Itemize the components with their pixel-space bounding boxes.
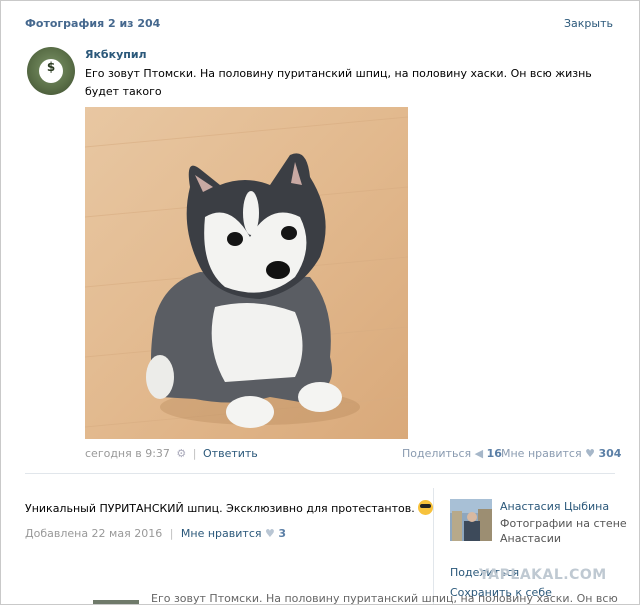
- album-line: Фотографии на стене: [500, 517, 627, 530]
- post-author[interactable]: Якбкупил: [85, 48, 147, 61]
- gear-icon[interactable]: ⚙: [176, 447, 186, 460]
- next-comment-text: Его зовут Птомски. На половину пуританск…: [151, 592, 618, 605]
- close-link[interactable]: Закрыть: [564, 17, 613, 30]
- photo-viewer: Фотография 2 из 204 Закрыть $ Якбкупил Е…: [0, 0, 640, 605]
- post-text-line: Его зовут Птомски. На половину пуританск…: [85, 67, 592, 98]
- share-count: 16: [486, 447, 502, 460]
- divider: [25, 473, 615, 474]
- puppy-photo: [85, 107, 408, 439]
- reply-link[interactable]: Ответить: [203, 447, 258, 460]
- owner-photo: [450, 499, 492, 541]
- photo-counter: Фотография 2 из 204: [25, 17, 161, 30]
- share-label: Поделиться: [402, 447, 472, 460]
- photo-description: Уникальный ПУРИТАНСКИЙ шпиц. Эксклюзивно…: [25, 500, 434, 515]
- owner-thumbnail[interactable]: [450, 499, 492, 541]
- album-line: Анастасии: [500, 532, 561, 545]
- post-photo[interactable]: [85, 107, 408, 439]
- photo-added-row: Добавлена 22 мая 2016 | Мне нравится ♥ 3: [25, 527, 286, 540]
- next-comment-avatar: [93, 600, 139, 604]
- megaphone-icon: ◀: [474, 447, 484, 460]
- author-avatar[interactable]: $: [27, 47, 75, 95]
- watermark-logo: YAPLAKAL.COM: [479, 567, 607, 583]
- owner-name-link[interactable]: Анастасия Цыбина: [500, 500, 609, 513]
- share-button[interactable]: Поделиться ◀ 16: [402, 447, 502, 460]
- sunglasses-emoji-icon: [418, 500, 434, 515]
- viewer-header: Фотография 2 из 204 Закрыть: [1, 1, 639, 45]
- column-divider: [433, 488, 434, 604]
- like-label: Мне нравится: [501, 447, 582, 460]
- like-count: 304: [598, 447, 622, 460]
- dollar-icon: $: [46, 60, 56, 74]
- description-text: Уникальный ПУРИТАНСКИЙ шпиц. Эксклюзивно…: [25, 502, 415, 515]
- post-time[interactable]: сегодня в 9:37: [85, 447, 170, 460]
- photo-like-link[interactable]: Мне нравится: [181, 527, 262, 540]
- owner-album-link[interactable]: Фотографии на стене Анастасии: [500, 516, 627, 546]
- like-button[interactable]: Мне нравится ♥ 304: [501, 447, 621, 460]
- separator: |: [169, 527, 174, 540]
- post-meta: сегодня в 9:37 ⚙ | Ответить: [85, 447, 258, 460]
- photo-like-count: 3: [278, 527, 287, 540]
- heart-icon: ♥: [585, 447, 595, 460]
- separator: |: [192, 447, 197, 460]
- added-date: Добавлена 22 мая 2016: [25, 527, 163, 540]
- heart-icon: ♥: [265, 527, 275, 540]
